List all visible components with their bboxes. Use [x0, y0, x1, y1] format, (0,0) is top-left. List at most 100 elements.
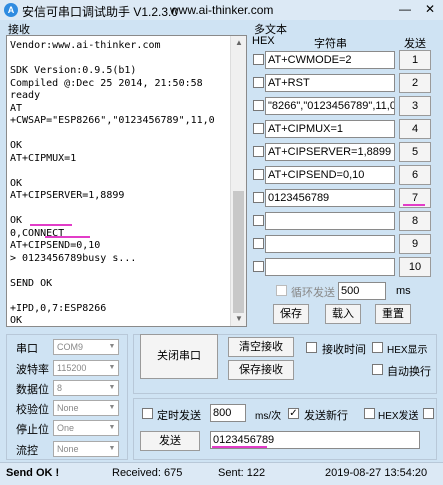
row7-underline-mark	[403, 204, 425, 206]
auto-wrap-label: 自动换行	[387, 366, 431, 378]
send-button[interactable]: 发送	[140, 431, 200, 451]
row-text-input[interactable]	[265, 212, 395, 230]
chevron-down-icon: ▼	[108, 424, 116, 431]
row-send-button[interactable]: 3	[399, 96, 431, 116]
send-newline-checkbox[interactable]: ✓	[288, 408, 299, 419]
timed-send-checkbox[interactable]	[142, 408, 153, 419]
hex-send-label: HEX发送	[378, 411, 419, 422]
scroll-up-icon[interactable]: ▲	[231, 36, 246, 50]
receive-textarea[interactable]: Vendor:www.ai-thinker.com SDK Version:0.…	[6, 35, 247, 327]
flow-label: 流控	[16, 445, 38, 457]
row-send-button[interactable]: 6	[399, 165, 431, 185]
row-send-button[interactable]: 9	[399, 234, 431, 254]
chevron-down-icon: ▼	[108, 364, 116, 371]
row-hex-checkbox[interactable]	[253, 100, 264, 111]
row-text-input[interactable]	[265, 235, 395, 253]
send-input-underline-mark	[212, 446, 267, 448]
row-hex-checkbox[interactable]	[253, 215, 264, 226]
loop-interval-input[interactable]: 500	[338, 282, 386, 300]
row-hex-checkbox[interactable]	[253, 54, 264, 65]
row-text-input[interactable]: AT+CIPSERVER=1,8899	[265, 143, 395, 161]
row-hex-checkbox[interactable]	[253, 123, 264, 134]
row-hex-checkbox[interactable]	[253, 238, 264, 249]
row-hex-checkbox[interactable]	[253, 261, 264, 272]
row-hex-checkbox[interactable]	[253, 77, 264, 88]
row-text-input[interactable]: AT+CWMODE=2	[265, 51, 395, 69]
col-send-header: 发送	[404, 38, 426, 50]
port-value: COM9	[57, 342, 84, 352]
receive-time-label: 接收时间	[322, 344, 366, 356]
title-bar: A 安信可串口调试助手 V1.2.3.0 www.ai-thinker.com …	[0, 0, 443, 20]
close-button[interactable]: ✕	[420, 1, 440, 17]
row-text-input[interactable]: AT+RST	[265, 74, 395, 92]
extra-checkbox[interactable]	[423, 408, 434, 419]
receive-text: Vendor:www.ai-thinker.com SDK Version:0.…	[10, 40, 215, 326]
load-button[interactable]: 载入	[325, 304, 361, 324]
row-text-input[interactable]: "8266","0123456789",11,0	[265, 97, 395, 115]
clear-receive-button[interactable]: 清空接收	[228, 337, 294, 357]
row-send-button[interactable]: 8	[399, 211, 431, 231]
baud-select[interactable]: 115200 ▼	[53, 360, 119, 376]
received-count: Received: 675	[112, 467, 183, 479]
hex-send-checkbox[interactable]	[364, 408, 375, 419]
stopbits-value: One	[57, 423, 75, 433]
row-text-input[interactable]: 0123456789	[265, 189, 395, 207]
window-url: www.ai-thinker.com	[170, 3, 274, 17]
chevron-down-icon: ▼	[108, 343, 116, 350]
scroll-down-icon[interactable]: ▼	[231, 312, 246, 326]
loop-send-label: 循环发送	[291, 287, 335, 299]
row-send-button[interactable]: 10	[399, 257, 431, 277]
databits-select[interactable]: 8 ▼	[53, 380, 119, 396]
send-interval-input[interactable]: 800	[210, 404, 246, 422]
loop-send-checkbox[interactable]	[276, 285, 287, 296]
loop-ms-label: ms	[396, 285, 411, 297]
flow-select[interactable]: None ▼	[53, 441, 119, 457]
send-newline-label: 发送新行	[304, 410, 348, 422]
row-text-input[interactable]: AT+CIPMUX=1	[265, 120, 395, 138]
row-send-button[interactable]: 1	[399, 50, 431, 70]
parity-select[interactable]: None ▼	[53, 400, 119, 416]
window-title: 安信可串口调试助手 V1.2.3.0	[22, 5, 179, 19]
row-send-button[interactable]: 4	[399, 119, 431, 139]
databits-label: 数据位	[16, 384, 49, 396]
port-select[interactable]: COM9 ▼	[53, 339, 119, 355]
port-label: 串口	[16, 343, 38, 355]
row-hex-checkbox[interactable]	[253, 169, 264, 180]
reset-button[interactable]: 重置	[375, 304, 411, 324]
receive-scrollbar[interactable]: ▲ ▼	[230, 36, 246, 326]
chevron-down-icon: ▼	[108, 404, 116, 411]
status-datetime: 2019-08-27 13:54:20	[325, 467, 428, 479]
stopbits-select[interactable]: One ▼	[53, 420, 119, 436]
timed-send-label: 定时发送	[157, 410, 201, 422]
stopbits-label: 停止位	[16, 424, 49, 436]
cipsend-underline-mark	[45, 236, 90, 238]
chevron-down-icon: ▼	[108, 384, 116, 391]
row-hex-checkbox[interactable]	[253, 146, 264, 157]
flow-value: None	[57, 444, 79, 454]
connect-underline-mark	[30, 224, 72, 226]
scrollbar-thumb[interactable]	[233, 191, 244, 313]
status-message: Send OK !	[6, 467, 60, 479]
hex-display-checkbox[interactable]	[372, 342, 383, 353]
receive-time-checkbox[interactable]	[306, 342, 317, 353]
row-send-button[interactable]: 5	[399, 142, 431, 162]
status-bar: Send OK ! Received: 675 Sent: 122 2019-0…	[0, 462, 443, 485]
app-logo-icon: A	[4, 3, 18, 17]
sent-count: Sent: 122	[218, 467, 266, 479]
auto-wrap-checkbox[interactable]	[372, 364, 383, 375]
close-port-button[interactable]: 关闭串口	[140, 334, 218, 379]
baud-value: 115200	[57, 363, 87, 373]
row-hex-checkbox[interactable]	[253, 192, 264, 203]
baud-label: 波特率	[16, 364, 49, 376]
col-hex-header: HEX	[252, 35, 275, 47]
save-receive-button[interactable]: 保存接收	[228, 360, 294, 380]
row-send-button[interactable]: 2	[399, 73, 431, 93]
minimize-button[interactable]: —	[395, 1, 415, 17]
save-button[interactable]: 保存	[273, 304, 309, 324]
col-string-header: 字符串	[314, 38, 347, 50]
row-text-input[interactable]: AT+CIPSEND=0,10	[265, 166, 395, 184]
send-interval-unit: ms/次	[255, 411, 282, 422]
row-text-input[interactable]	[265, 258, 395, 276]
hex-display-label: HEX显示	[387, 345, 428, 356]
chevron-down-icon: ▼	[108, 445, 116, 452]
